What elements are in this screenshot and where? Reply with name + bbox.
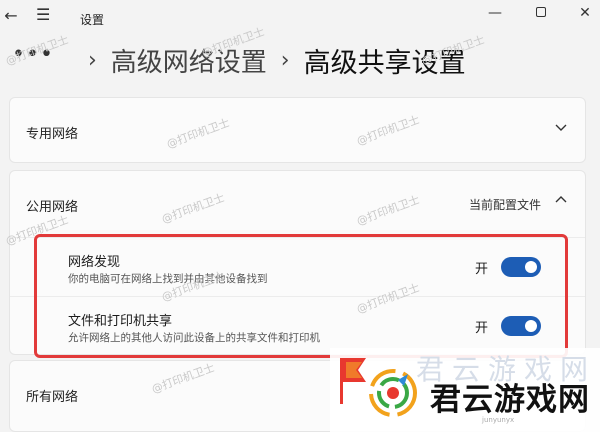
- breadcrumb-parent[interactable]: 高级网络设置: [111, 42, 267, 79]
- file-printer-sharing-description: 允许网络上的其他人访问此设备上的共享文件和打印机: [68, 332, 320, 344]
- chevron-up-icon: [553, 193, 569, 209]
- logo-emblem-icon: [369, 369, 417, 417]
- minimize-button[interactable]: —: [480, 2, 510, 24]
- title-bar: ← ☰ 设置 — ✕: [0, 0, 600, 36]
- chevron-right-icon: ›: [87, 47, 97, 73]
- network-discovery-state: 开: [474, 262, 488, 277]
- chevron-right-icon: ›: [280, 47, 290, 73]
- toggle-knob: [525, 320, 537, 332]
- file-printer-sharing-title: 文件和打印机共享: [68, 314, 173, 329]
- back-arrow-icon[interactable]: ←: [0, 6, 22, 25]
- file-printer-sharing-row: 文件和打印机共享 允许网络上的其他人访问此设备上的共享文件和打印机 开: [10, 296, 585, 354]
- page-title: 高级共享设置: [303, 47, 466, 79]
- public-network-card: 公用网络 当前配置文件 网络发现 你的电脑可在网络上找到并由其他设备找到 开 文…: [9, 170, 586, 355]
- site-logo: 君云游戏网 君云游戏网 junyunyx: [330, 348, 600, 432]
- logo-text: 君云游戏网: [430, 382, 590, 418]
- public-network-label: 公用网络: [26, 200, 79, 215]
- network-discovery-row: 网络发现 你的电脑可在网络上找到并由其他设备找到 开: [10, 237, 585, 295]
- current-profile-tag: 当前配置文件: [468, 198, 541, 212]
- private-network-header[interactable]: 专用网络: [10, 98, 585, 164]
- window-title: 设置: [80, 13, 105, 27]
- all-networks-label: 所有网络: [26, 390, 79, 405]
- file-printer-sharing-state: 开: [474, 321, 488, 336]
- logo-domain: junyunyx: [482, 416, 515, 424]
- hamburger-menu-icon[interactable]: ☰: [36, 5, 50, 24]
- private-network-card: 专用网络: [9, 97, 586, 163]
- network-discovery-description: 你的电脑可在网络上找到并由其他设备找到: [68, 273, 268, 285]
- chevron-down-icon: [553, 120, 569, 136]
- close-button[interactable]: ✕: [570, 2, 600, 24]
- breadcrumb: ••• › 高级网络设置 › 高级共享设置: [12, 38, 466, 82]
- breadcrumb-more-icon[interactable]: •••: [12, 44, 54, 66]
- flag-icon: [340, 358, 366, 404]
- network-discovery-toggle[interactable]: [501, 257, 541, 277]
- network-discovery-title: 网络发现: [68, 255, 121, 270]
- private-network-label: 专用网络: [26, 127, 79, 142]
- public-network-header[interactable]: 公用网络 当前配置文件: [10, 171, 585, 237]
- maximize-button[interactable]: [526, 2, 556, 24]
- file-printer-sharing-toggle[interactable]: [501, 316, 541, 336]
- toggle-knob: [525, 261, 537, 273]
- maximize-icon: [536, 6, 546, 17]
